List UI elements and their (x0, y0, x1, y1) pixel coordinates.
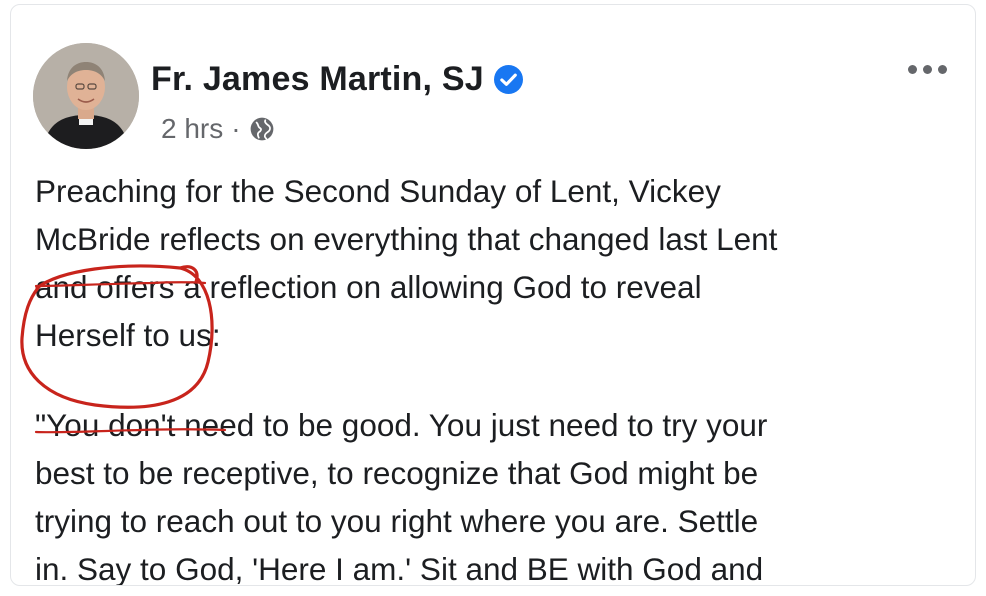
author-row: Fr. James Martin, SJ (151, 57, 523, 101)
more-dot (923, 65, 932, 74)
post-paragraph: Preaching for the Second Sunday of Lent,… (35, 173, 778, 353)
avatar[interactable] (33, 43, 139, 149)
post-card: Fr. James Martin, SJ 2 hrs · Preaching f… (10, 4, 976, 586)
post-timestamp[interactable]: 2 hrs (161, 113, 223, 145)
more-dot (938, 65, 947, 74)
more-dot (908, 65, 917, 74)
author-name[interactable]: Fr. James Martin, SJ (151, 60, 484, 99)
profile-photo (33, 43, 139, 149)
post-text: Preaching for the Second Sunday of Lent,… (35, 167, 955, 586)
post-paragraph: "You don't need to be good. You just nee… (35, 407, 768, 586)
verified-badge-icon (493, 64, 523, 94)
meta-separator: · (231, 113, 241, 144)
post-meta: 2 hrs · (161, 111, 275, 147)
more-options-icon[interactable] (908, 65, 947, 74)
globe-icon[interactable] (249, 116, 275, 142)
